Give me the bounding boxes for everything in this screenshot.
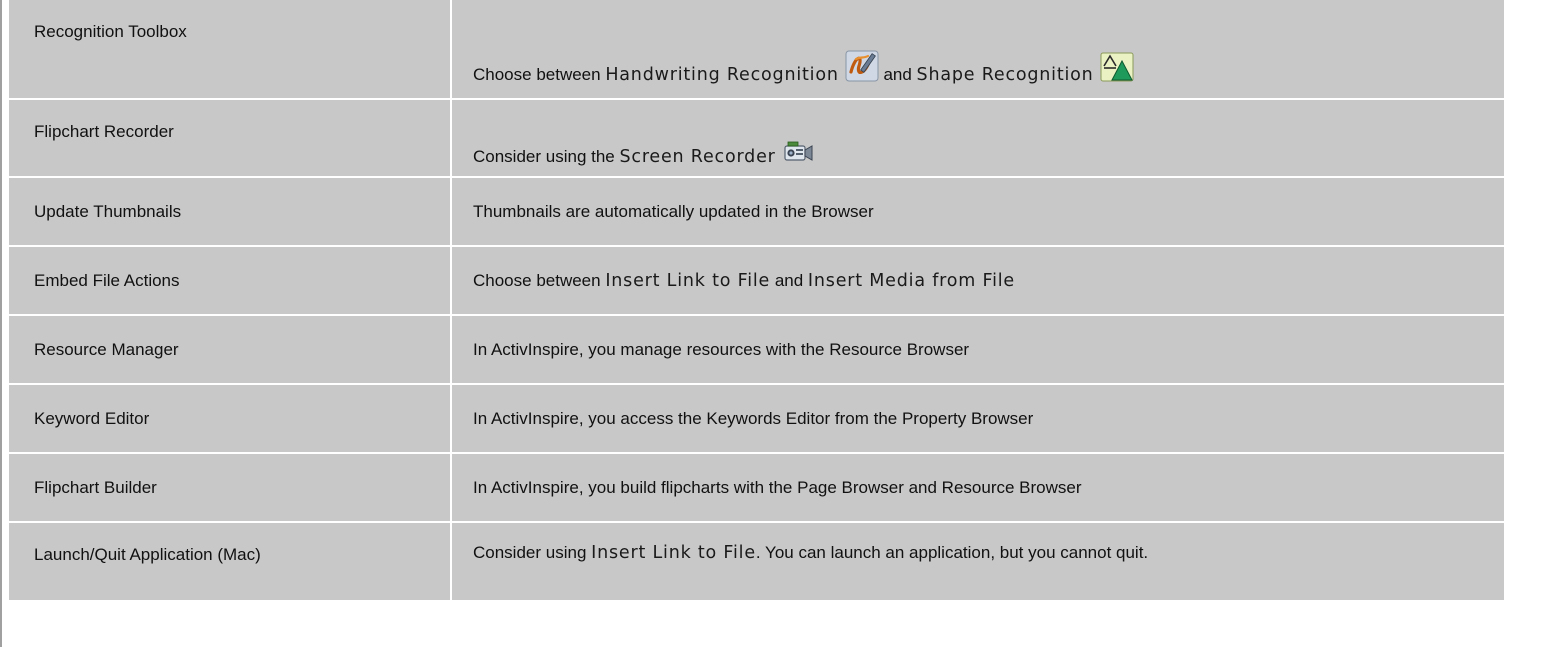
feature-name-cell: Recognition Toolbox — [9, 0, 452, 100]
description-text: In ActivInspire, you manage resources wi… — [473, 339, 970, 359]
ui-term: Insert Link to File — [591, 543, 756, 563]
feature-name-cell: Update Thumbnails — [9, 178, 452, 247]
table-row: Resource Manager In ActivInspire, you ma… — [9, 316, 1506, 385]
description-text: Consider using — [473, 543, 592, 562]
shape-recognition-icon — [1100, 52, 1134, 82]
left-border-rule — [0, 0, 2, 647]
feature-name-cell: Flipchart Recorder — [9, 100, 452, 178]
description-text: Consider using the — [473, 147, 620, 166]
description-text: Thumbnails are automatically updated in … — [473, 201, 874, 221]
feature-name-cell: Embed File Actions — [9, 247, 452, 316]
feature-name-cell: Launch/Quit Application (Mac) — [9, 523, 452, 602]
ui-term: Handwriting Recognition — [605, 65, 839, 85]
feature-name-cell: Keyword Editor — [9, 385, 452, 454]
table-row: Keyword Editor In ActivInspire, you acce… — [9, 385, 1506, 454]
ui-term: Screen Recorder — [619, 147, 776, 167]
table-row: Flipchart Recorder Consider using the Sc… — [9, 100, 1506, 178]
description-text: and — [883, 65, 917, 84]
description-cell: In ActivInspire, you build flipcharts wi… — [452, 454, 1506, 523]
description-cell: Choose between Handwriting Recognition a… — [452, 0, 1506, 100]
screen-recorder-icon — [782, 140, 814, 164]
description-text: In ActivInspire, you build flipcharts wi… — [473, 477, 1082, 497]
description-cell: In ActivInspire, you access the Keywords… — [452, 385, 1506, 454]
table-row: Flipchart Builder In ActivInspire, you b… — [9, 454, 1506, 523]
description-cell: Consider using Insert Link to File. You … — [452, 523, 1506, 602]
description-text: and — [770, 270, 808, 290]
feature-name-cell: Resource Manager — [9, 316, 452, 385]
description-text: . You can launch an application, but you… — [755, 543, 1149, 562]
description-cell: In ActivInspire, you manage resources wi… — [452, 316, 1506, 385]
table-row: Launch/Quit Application (Mac) Consider u… — [9, 523, 1506, 602]
feature-comparison-table: Recognition Toolbox Choose between Handw… — [9, 0, 1506, 602]
ui-term: Insert Media from File — [807, 270, 1015, 291]
handwriting-recognition-icon — [845, 50, 879, 82]
description-text: Choose between — [473, 65, 606, 84]
table-row: Embed File Actions Choose between Insert… — [9, 247, 1506, 316]
table-row: Update Thumbnails Thumbnails are automat… — [9, 178, 1506, 247]
feature-name-cell: Flipchart Builder — [9, 454, 452, 523]
ui-term: Insert Link to File — [605, 270, 771, 291]
table-row: Recognition Toolbox Choose between Handw… — [9, 0, 1506, 100]
description-cell: Consider using the Screen Recorder — [452, 100, 1506, 178]
description-cell: Thumbnails are automatically updated in … — [452, 178, 1506, 247]
description-cell: Choose between Insert Link to File and I… — [452, 247, 1506, 316]
description-text: Choose between — [473, 270, 606, 290]
description-text: In ActivInspire, you access the Keywords… — [473, 408, 1034, 428]
ui-term: Shape Recognition — [916, 65, 1094, 85]
